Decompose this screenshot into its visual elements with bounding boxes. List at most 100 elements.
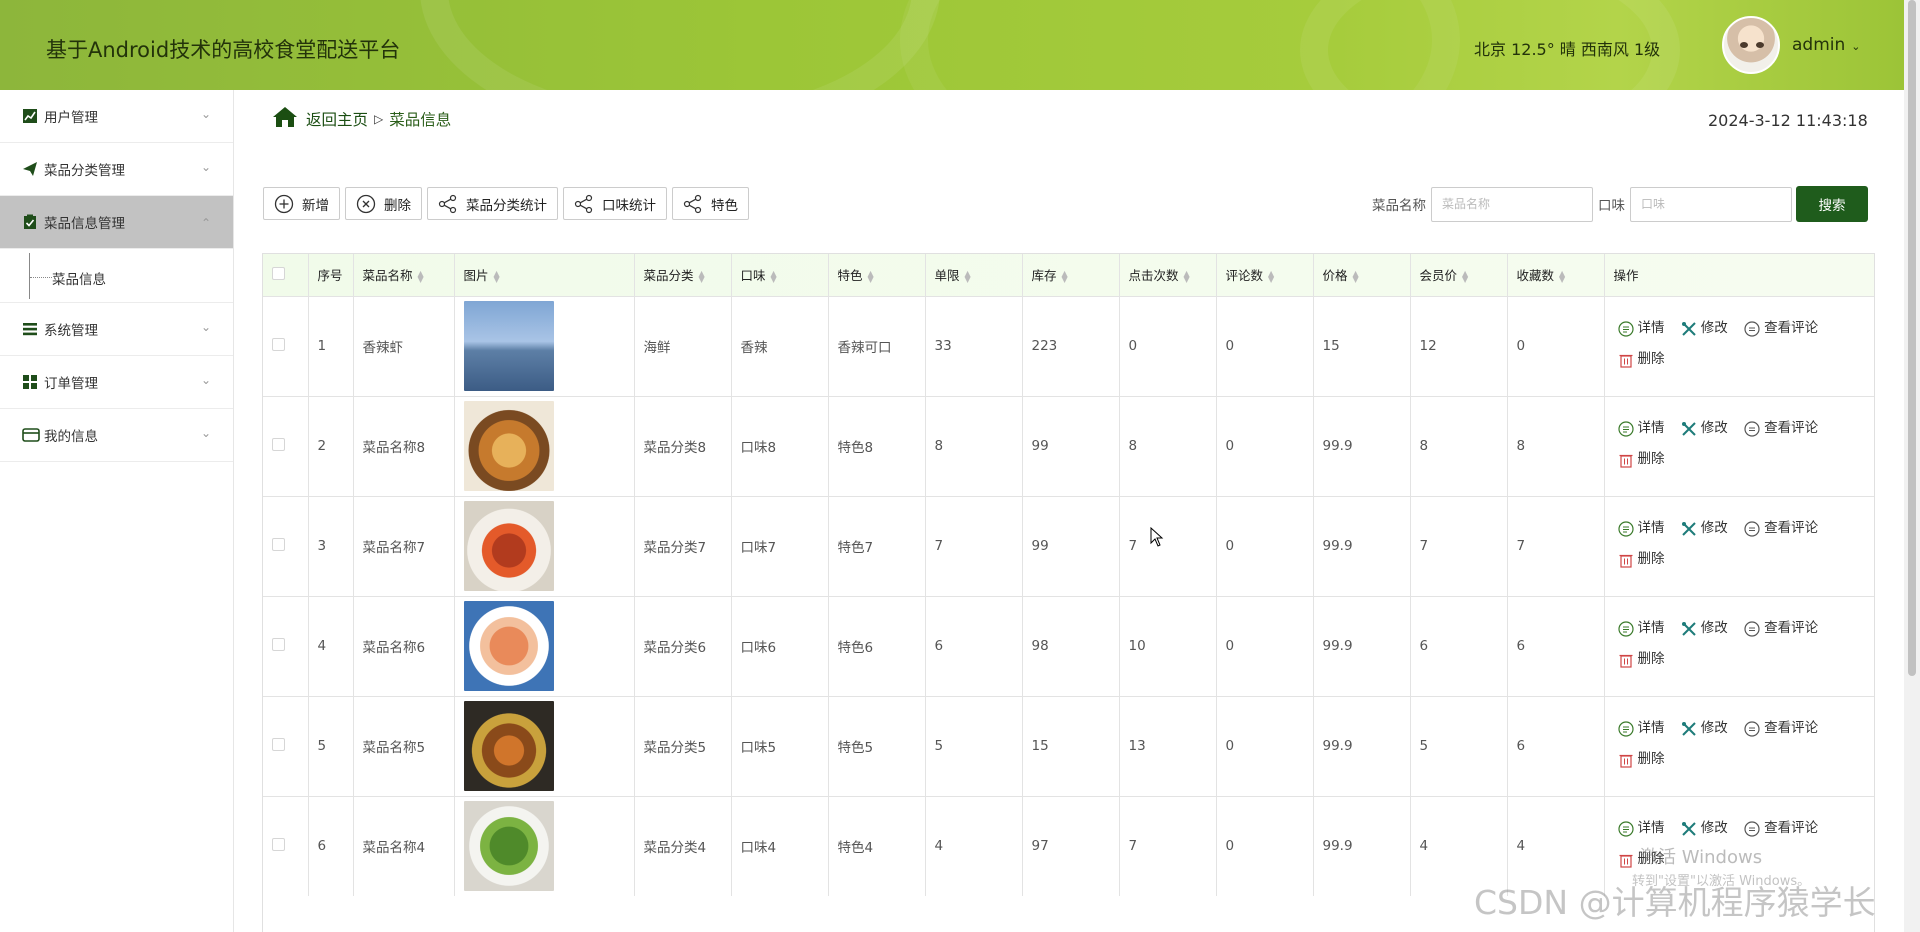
column-header[interactable]: 特色 ▲ ▼ <box>828 254 926 296</box>
scrollbar-thumb[interactable] <box>1908 0 1916 676</box>
wrench-icon <box>1681 720 1697 736</box>
sort-icon[interactable]: ▲ ▼ <box>771 269 777 283</box>
taste-stats-button[interactable]: 口味统计 <box>563 187 667 220</box>
cell-category: 菜品分类8 <box>634 395 732 496</box>
column-header[interactable]: 价格 ▲ ▼ <box>1313 254 1411 296</box>
dish-photo[interactable] <box>463 601 554 691</box>
detail-action[interactable]: 详情 <box>1617 615 1665 641</box>
table-row[interactable]: 5 菜品名称5 菜品分类5 口味5 特色5 5 15 13 0 99.9 5 6 详情 修改 查看评论… <box>263 695 1874 796</box>
sort-icon[interactable]: ▲ ▼ <box>1462 269 1468 283</box>
edit-action[interactable]: 修改 <box>1681 315 1728 341</box>
avatar[interactable] <box>1722 16 1780 74</box>
delete-action[interactable]: 删除 <box>1618 646 1665 672</box>
delete-action[interactable]: 删除 <box>1618 446 1665 472</box>
dish-photo[interactable] <box>463 801 554 892</box>
page-scrollbar[interactable] <box>1904 0 1920 932</box>
detail-action[interactable]: 详情 <box>1617 815 1665 841</box>
view-comments-action[interactable]: 查看评论 <box>1744 315 1818 341</box>
edit-action[interactable]: 修改 <box>1681 515 1728 541</box>
table-row[interactable]: 2 菜品名称8 菜品分类8 口味8 特色8 8 99 8 0 99.9 8 8 详情 修改 查看评论 … <box>263 395 1874 496</box>
row-checkbox[interactable] <box>272 737 285 751</box>
column-header[interactable]: 点击次数 ▲ ▼ <box>1119 254 1217 296</box>
table-row[interactable]: 6 菜品名称4 菜品分类4 口味4 特色4 4 97 7 0 99.9 4 4 详情 修改 查看评论 … <box>263 795 1874 896</box>
table-row[interactable]: 4 菜品名称6 菜品分类6 口味6 特色6 6 98 10 0 99.9 6 6 详情 修改 查看评论… <box>263 595 1874 696</box>
sort-icon[interactable]: ▲ ▼ <box>1353 269 1359 283</box>
add-button[interactable]: 新增 <box>263 187 340 220</box>
cell-feature: 特色8 <box>828 395 926 496</box>
view-comments-label: 查看评论 <box>1764 720 1819 736</box>
taste-input[interactable] <box>1630 186 1792 222</box>
dish-photo[interactable] <box>463 401 554 491</box>
row-checkbox[interactable] <box>272 437 285 451</box>
edit-action[interactable]: 修改 <box>1681 415 1728 441</box>
detail-action[interactable]: 详情 <box>1617 315 1665 341</box>
edit-label: 修改 <box>1700 420 1728 436</box>
sort-icon[interactable]: ▲ ▼ <box>494 269 500 283</box>
delete-action[interactable]: 删除 <box>1618 546 1665 572</box>
sort-icon[interactable]: ▲ ▼ <box>1062 269 1068 283</box>
user-menu[interactable]: admin ⌄ <box>1792 35 1861 55</box>
view-comments-action[interactable]: 查看评论 <box>1744 515 1818 541</box>
column-header[interactable]: 菜品名称 ▲ ▼ <box>353 254 455 296</box>
sidebar-item-order-management[interactable]: 订单管理 ⌄ <box>0 356 233 409</box>
feature-stats-button[interactable]: 特色 <box>672 187 749 220</box>
row-checkbox[interactable] <box>272 837 285 851</box>
detail-action[interactable]: 详情 <box>1617 515 1665 541</box>
dish-photo[interactable] <box>463 301 554 391</box>
sort-icon[interactable]: ▲ ▼ <box>868 269 874 283</box>
select-all-checkbox[interactable] <box>272 266 285 280</box>
dish-photo[interactable] <box>463 701 554 791</box>
category-stats-button[interactable]: 菜品分类统计 <box>427 187 558 220</box>
view-comments-action[interactable]: 查看评论 <box>1744 815 1818 841</box>
column-header[interactable]: 评论数 ▲ ▼ <box>1216 254 1314 296</box>
trash-icon <box>1618 351 1634 368</box>
breadcrumb-home-link[interactable]: 返回主页 <box>306 108 368 130</box>
sort-icon[interactable]: ▲ ▼ <box>1559 269 1565 283</box>
cell-no: 5 <box>308 695 354 796</box>
sort-icon[interactable]: ▲ ▼ <box>1268 269 1274 283</box>
home-icon[interactable] <box>272 106 298 132</box>
table-row[interactable]: 1 香辣虾 海鲜 香辣 香辣可口 33 223 0 0 15 12 0 详情 修改 查看评论 删除 <box>263 295 1874 396</box>
column-header[interactable]: 单限 ▲ ▼ <box>925 254 1023 296</box>
row-checkbox[interactable] <box>272 637 285 651</box>
column-header[interactable]: 收藏数 ▲ ▼ <box>1507 254 1605 296</box>
delete-action[interactable]: 删除 <box>1618 746 1665 772</box>
sidebar-item-system-management[interactable]: 系统管理 ⌄ <box>0 303 233 356</box>
edit-action[interactable]: 修改 <box>1681 815 1728 841</box>
sort-icon[interactable]: ▲ ▼ <box>1184 269 1190 283</box>
delete-action[interactable]: 删除 <box>1618 846 1665 872</box>
view-comments-action[interactable]: 查看评论 <box>1744 615 1818 641</box>
sidebar-item-category-management[interactable]: 菜品分类管理 ⌄ <box>0 143 233 196</box>
sidebar-item-user-management[interactable]: 用户管理 ⌄ <box>0 90 233 143</box>
view-comments-action[interactable]: 查看评论 <box>1744 415 1818 441</box>
sidebar-item-my-info[interactable]: 我的信息 ⌄ <box>0 409 233 462</box>
view-comments-action[interactable]: 查看评论 <box>1744 715 1818 741</box>
dish-photo[interactable] <box>463 501 554 591</box>
column-header[interactable]: 菜品分类 ▲ ▼ <box>634 254 732 296</box>
cell-favorites: 0 <box>1507 295 1605 396</box>
row-checkbox[interactable] <box>272 337 285 351</box>
comment-icon <box>1744 720 1760 737</box>
delete-action[interactable]: 删除 <box>1618 346 1665 372</box>
detail-action[interactable]: 详情 <box>1617 715 1665 741</box>
dish-name-input[interactable] <box>1431 186 1593 222</box>
column-header[interactable]: 口味 ▲ ▼ <box>731 254 829 296</box>
table-row[interactable]: 3 菜品名称7 菜品分类7 口味7 特色7 7 99 7 0 99.9 7 7 详情 修改 查看评论 … <box>263 495 1874 596</box>
sidebar-item-dish-management[interactable]: 菜品信息管理 ⌃ <box>0 196 233 249</box>
row-checkbox[interactable] <box>272 537 285 551</box>
sidebar-subitem-dish-info[interactable]: 菜品信息 <box>0 249 233 303</box>
delete-button[interactable]: 删除 <box>345 187 422 220</box>
edit-action[interactable]: 修改 <box>1681 615 1728 641</box>
column-header[interactable]: 会员价 ▲ ▼ <box>1410 254 1508 296</box>
sort-icon[interactable]: ▲ ▼ <box>965 269 971 283</box>
search-button[interactable]: 搜索 <box>1796 186 1868 222</box>
column-header[interactable]: 图片 ▲ ▼ <box>454 254 635 296</box>
sort-icon[interactable]: ▲ ▼ <box>418 269 424 283</box>
cell-feature: 香辣可口 <box>828 295 926 396</box>
feature-stats-label: 特色 <box>711 197 738 213</box>
sort-icon[interactable]: ▲ ▼ <box>699 269 705 283</box>
column-header[interactable]: 库存 ▲ ▼ <box>1022 254 1120 296</box>
detail-action[interactable]: 详情 <box>1617 415 1665 441</box>
edit-action[interactable]: 修改 <box>1681 715 1728 741</box>
avatar-eye <box>1740 42 1748 48</box>
